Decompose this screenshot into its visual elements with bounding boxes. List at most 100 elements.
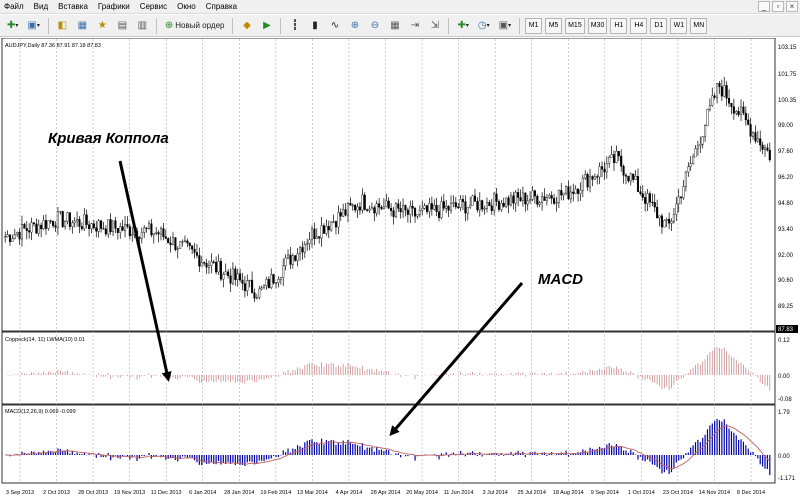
candle-body [102, 228, 105, 230]
candle-body [735, 111, 738, 114]
autoscroll-button[interactable]: ⇲ [426, 17, 443, 34]
menu-view[interactable]: Вид [34, 2, 48, 11]
candlestick-button[interactable]: ▮ [306, 17, 323, 34]
periods-button[interactable]: ◷ ▾ [475, 17, 493, 34]
candle-body [488, 202, 491, 206]
candle-body [421, 208, 424, 211]
zoom-in-icon: ⊕ [350, 19, 360, 31]
candle-body [713, 95, 716, 98]
close-button[interactable]: × [786, 1, 798, 12]
candle-body [320, 225, 323, 239]
terminal-button[interactable]: ▤ [114, 17, 131, 34]
zoom-in-button[interactable]: ⊕ [346, 17, 363, 34]
candle-body [349, 202, 352, 206]
candle-body [152, 233, 155, 236]
candle-body [404, 205, 407, 211]
candle-body [696, 145, 699, 149]
metaeditor-button[interactable]: ◆ [238, 17, 255, 34]
indicators-icon: ✚ [457, 19, 466, 31]
date-tick: 28 Oct 2013 [78, 490, 108, 496]
candle-body [241, 279, 244, 284]
timeframe-w1[interactable]: W1 [670, 17, 688, 34]
date-tick: 13 Mar 2014 [297, 490, 328, 496]
chevron-down-icon: ▾ [486, 22, 490, 29]
timeframe-mn[interactable]: MN [690, 17, 708, 34]
coppock-pane[interactable] [1, 331, 776, 405]
candle-body [140, 232, 143, 239]
timeframe-h1[interactable]: H1 [610, 17, 628, 34]
navigator-button[interactable]: ★ [94, 17, 111, 34]
candle-body [37, 224, 40, 234]
minimize-button[interactable]: _ [758, 1, 770, 12]
menu-charts[interactable]: Графики [98, 2, 130, 11]
symbol-header: AUDJPY,Daily 87.36 87.91 87.18 87.83 [5, 43, 101, 49]
candle-body [375, 203, 378, 214]
chart-canvas[interactable]: AUDJPY,Daily 87.36 87.91 87.18 87.83 Cop… [0, 38, 800, 500]
candle-body [485, 202, 489, 209]
candle-body [210, 261, 213, 266]
candle-body [533, 190, 536, 197]
profiles-button[interactable]: ▣ ▾ [24, 17, 42, 34]
candle-body [720, 86, 723, 97]
macd-axis-tick: 0.00 [778, 454, 790, 460]
candle-body [428, 203, 431, 212]
candle-body [461, 199, 465, 202]
new-chart-button[interactable]: ✚ ▾ [4, 17, 21, 34]
candle-body [219, 261, 222, 280]
date-tick: 20 May 2014 [406, 490, 438, 496]
menu-file[interactable]: Файл [4, 2, 24, 11]
timeframe-m15[interactable]: M15 [565, 17, 585, 34]
candle-body [313, 228, 316, 240]
timeframe-h4[interactable]: H4 [630, 17, 648, 34]
candle-body [437, 211, 441, 218]
candle-body [239, 273, 242, 281]
line-chart-button[interactable]: ∿ [326, 17, 343, 34]
date-tick: 8 Dec 2014 [737, 490, 765, 496]
tile-windows-button[interactable]: ▦ [386, 17, 403, 34]
price-pane[interactable] [1, 38, 776, 332]
candle-body [740, 106, 743, 115]
candle-body [548, 195, 551, 198]
chart-shift-button[interactable]: ⇥ [406, 17, 423, 34]
timeframe-m5[interactable]: M5 [545, 17, 563, 34]
candle-body [466, 207, 469, 214]
candle-body [411, 206, 414, 209]
bar-chart-button[interactable]: ┇ [286, 17, 303, 34]
candle-body [409, 206, 412, 215]
candle-body [675, 203, 678, 215]
candle-body [646, 193, 649, 204]
autotrading-button[interactable]: ▶ [258, 17, 275, 34]
menu-tools[interactable]: Сервис [140, 2, 167, 11]
market-watch-button[interactable]: ◧ [54, 17, 71, 34]
candle-body [668, 218, 671, 224]
candle-body [768, 150, 771, 161]
candle-body [124, 224, 127, 231]
timeframe-m1[interactable]: M1 [525, 17, 543, 34]
data-window-button[interactable]: ▦ [74, 17, 91, 34]
candle-body [267, 279, 270, 288]
candle-body [179, 241, 182, 249]
strategy-tester-button[interactable]: ▥ [134, 17, 151, 34]
candle-body [653, 202, 656, 208]
timeframe-m30[interactable]: M30 [587, 17, 608, 34]
date-axis[interactable]: 3 Sep 2013 2 Oct 2013 28 Oct 2013 19 Nov 20… [6, 490, 765, 496]
candle-body [64, 221, 67, 227]
restore-button[interactable]: ▫ [772, 1, 784, 12]
menu-insert[interactable]: Вставка [58, 2, 88, 11]
candle-body [334, 221, 338, 228]
timeframe-d1[interactable]: D1 [650, 17, 668, 34]
chart-window[interactable]: AUDJPY,Daily 87.36 87.91 87.18 87.83 Cop… [0, 38, 800, 500]
price-axis[interactable]: 103.15 101.75 100.35 99.00 97.60 96.20 9… [776, 45, 798, 333]
new-order-button[interactable]: ⊕ Новый ордер [162, 17, 228, 34]
zoom-out-button[interactable]: ⊖ [366, 17, 383, 34]
toolbar-separator [47, 17, 49, 34]
candle-body [76, 219, 79, 222]
menu-help[interactable]: Справка [206, 2, 237, 11]
candle-body [181, 241, 184, 243]
candle-body [212, 261, 215, 263]
templates-button[interactable]: ▣ ▾ [496, 17, 514, 34]
menu-window[interactable]: Окно [177, 2, 196, 11]
indicators-button[interactable]: ✚ ▾ [454, 17, 471, 34]
macd-pane[interactable] [1, 404, 776, 484]
candle-body [205, 263, 208, 268]
